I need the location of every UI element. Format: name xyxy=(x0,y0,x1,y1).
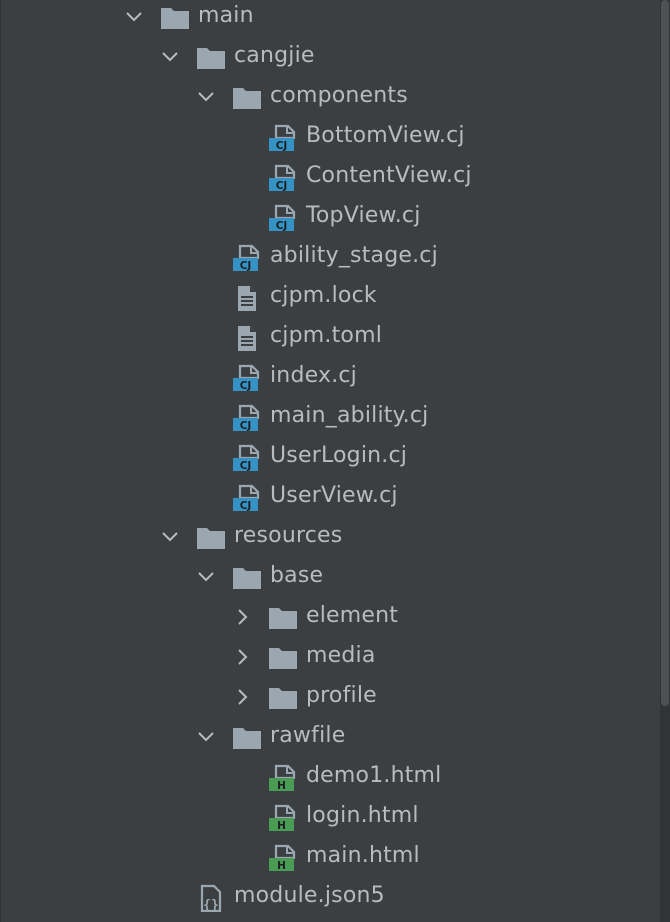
text-file-icon xyxy=(232,284,262,312)
tree-item-label: cjpm.toml xyxy=(270,323,383,348)
svg-text:CJ: CJ xyxy=(240,460,252,472)
tree-item-label: UserView.cj xyxy=(270,483,398,508)
chevron-down-icon[interactable] xyxy=(124,7,144,27)
tree-file-row[interactable]: CJ UserLogin.cj xyxy=(0,437,660,477)
folder-icon xyxy=(268,604,298,632)
svg-text:{}: {} xyxy=(203,898,219,912)
tree-file-row[interactable]: CJ ContentView.cj xyxy=(0,157,660,197)
tree-item-label: components xyxy=(270,83,408,108)
cangjie-file-icon: CJ xyxy=(232,364,262,392)
tree-folder-row[interactable]: components xyxy=(0,77,660,117)
svg-text:CJ: CJ xyxy=(240,260,252,272)
tree-file-row[interactable]: cjpm.lock xyxy=(0,277,660,317)
html-file-icon: H xyxy=(268,764,298,792)
cangjie-file-icon: CJ xyxy=(268,124,298,152)
svg-text:CJ: CJ xyxy=(276,220,288,232)
chevron-right-icon[interactable] xyxy=(232,687,252,707)
svg-text:H: H xyxy=(277,820,286,832)
tree-file-row[interactable]: Hlogin.html xyxy=(0,797,660,837)
chevron-right-icon[interactable] xyxy=(232,607,252,627)
svg-text:CJ: CJ xyxy=(240,500,252,512)
tree-item-label: profile xyxy=(306,683,377,708)
tree-item-label: demo1.html xyxy=(306,763,442,788)
chevron-right-icon[interactable] xyxy=(232,647,252,667)
svg-text:CJ: CJ xyxy=(276,180,288,192)
tree-item-label: login.html xyxy=(306,803,419,828)
folder-icon xyxy=(268,644,298,672)
folder-icon xyxy=(160,4,190,32)
tree-file-row[interactable]: CJ index.cj xyxy=(0,357,660,397)
cangjie-file-icon: CJ xyxy=(232,484,262,512)
tree-folder-row[interactable]: cangjie xyxy=(0,37,660,77)
tree-file-row[interactable]: CJ main_ability.cj xyxy=(0,397,660,437)
tree-item-label: element xyxy=(306,603,399,628)
svg-text:CJ: CJ xyxy=(240,420,252,432)
tree-file-row[interactable]: {} module.json5 xyxy=(0,877,660,917)
tree-item-label: TopView.cj xyxy=(306,203,421,228)
svg-text:CJ: CJ xyxy=(276,140,288,152)
tree-folder-row[interactable]: rawfile xyxy=(0,717,660,757)
tree-item-label: BottomView.cj xyxy=(306,123,465,148)
tree-item-label: resources xyxy=(234,523,343,548)
tree-item-label: main.html xyxy=(306,843,420,868)
tree-file-row[interactable]: Hdemo1.html xyxy=(0,757,660,797)
project-tree: main cangjie components CJ BottomView.cj CJ… xyxy=(0,0,660,922)
html-file-icon: H xyxy=(268,804,298,832)
tree-item-label: index.cj xyxy=(270,363,357,388)
tree-item-label: rawfile xyxy=(270,723,346,748)
folder-icon xyxy=(268,684,298,712)
tree-file-row[interactable]: CJ ability_stage.cj xyxy=(0,237,660,277)
json-file-icon: {} xyxy=(196,884,226,912)
folder-icon xyxy=(232,564,262,592)
tree-folder-row[interactable]: media xyxy=(0,637,660,677)
folder-icon xyxy=(196,524,226,552)
tree-folder-row[interactable]: element xyxy=(0,597,660,637)
tree-item-label: ContentView.cj xyxy=(306,163,472,188)
tree-item-label: ability_stage.cj xyxy=(270,243,438,268)
tree-file-row[interactable]: CJ BottomView.cj xyxy=(0,117,660,157)
tree-folder-row[interactable]: resources xyxy=(0,517,660,557)
tree-item-label: UserLogin.cj xyxy=(270,443,408,468)
text-file-icon xyxy=(232,324,262,352)
tree-file-row[interactable]: Hmain.html xyxy=(0,837,660,877)
scrollbar-thumb[interactable] xyxy=(661,0,669,706)
tree-item-label: main_ability.cj xyxy=(270,403,429,428)
chevron-down-icon[interactable] xyxy=(196,727,216,747)
cangjie-file-icon: CJ xyxy=(232,444,262,472)
vertical-scrollbar[interactable] xyxy=(660,0,670,922)
tree-file-row[interactable]: CJ UserView.cj xyxy=(0,477,660,517)
tree-item-label: base xyxy=(270,563,324,588)
tree-folder-row[interactable]: base xyxy=(0,557,660,597)
cangjie-file-icon: CJ xyxy=(268,164,298,192)
folder-icon xyxy=(232,84,262,112)
tree-item-label: module.json5 xyxy=(234,883,385,908)
cangjie-file-icon: CJ xyxy=(232,404,262,432)
chevron-down-icon[interactable] xyxy=(196,567,216,587)
svg-text:H: H xyxy=(277,860,286,872)
tree-item-label: cjpm.lock xyxy=(270,283,377,308)
folder-icon xyxy=(232,724,262,752)
folder-icon xyxy=(196,44,226,72)
tree-item-label: cangjie xyxy=(234,43,315,68)
chevron-down-icon[interactable] xyxy=(196,87,216,107)
tree-file-row[interactable]: cjpm.toml xyxy=(0,317,660,357)
chevron-down-icon[interactable] xyxy=(160,47,180,67)
svg-text:H: H xyxy=(277,780,286,792)
cangjie-file-icon: CJ xyxy=(268,204,298,232)
cangjie-file-icon: CJ xyxy=(232,244,262,272)
chevron-down-icon[interactable] xyxy=(160,527,180,547)
tree-file-row[interactable]: CJ TopView.cj xyxy=(0,197,660,237)
tree-folder-row[interactable]: profile xyxy=(0,677,660,717)
tree-item-label: media xyxy=(306,643,376,668)
tree-item-label: main xyxy=(198,3,254,28)
tree-folder-row[interactable]: main xyxy=(0,0,660,37)
html-file-icon: H xyxy=(268,844,298,872)
svg-text:CJ: CJ xyxy=(240,380,252,392)
